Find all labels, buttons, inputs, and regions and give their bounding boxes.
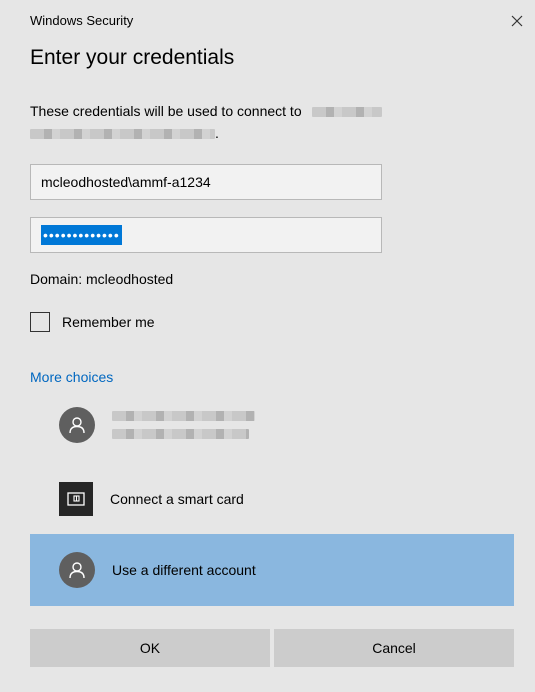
different-account-option[interactable]: Use a different account xyxy=(30,534,514,606)
more-choices-link[interactable]: More choices xyxy=(30,369,113,385)
password-field[interactable]: ••••••••••••• xyxy=(30,217,382,253)
dialog-heading: Enter your credentials xyxy=(30,46,235,69)
redacted-server-address xyxy=(30,129,215,140)
domain-label: Domain: mcleodhosted xyxy=(30,271,174,287)
user-avatar-icon xyxy=(59,552,95,588)
redacted-account-detail xyxy=(112,429,249,439)
password-value: ••••••••••••• xyxy=(41,225,122,245)
remember-me-row[interactable]: Remember me xyxy=(30,312,155,332)
windows-security-dialog: Windows Security Enter your credentials … xyxy=(0,0,535,692)
username-field[interactable]: mcleodhosted\ammf-a1234 xyxy=(30,164,382,200)
smart-card-icon xyxy=(59,482,93,516)
saved-account-redacted xyxy=(112,411,255,439)
remember-me-label: Remember me xyxy=(62,314,155,330)
close-icon xyxy=(511,15,523,27)
smart-card-option[interactable]: Connect a smart card xyxy=(30,463,514,535)
different-account-label: Use a different account xyxy=(112,562,256,578)
saved-account-option[interactable] xyxy=(30,389,514,461)
username-value: mcleodhosted\ammf-a1234 xyxy=(41,174,211,190)
description-period: . xyxy=(215,125,219,141)
close-button[interactable] xyxy=(503,8,531,34)
description-text: These credentials will be used to connec… xyxy=(30,100,500,144)
smart-card-label: Connect a smart card xyxy=(110,491,244,507)
description-main: These credentials will be used to connec… xyxy=(30,103,302,119)
ok-button[interactable]: OK xyxy=(30,629,270,667)
redacted-account-name xyxy=(112,411,255,421)
remember-me-checkbox[interactable] xyxy=(30,312,50,332)
redacted-server-name xyxy=(311,107,382,118)
user-avatar-icon xyxy=(59,407,95,443)
window-title: Windows Security xyxy=(30,13,134,28)
cancel-button[interactable]: Cancel xyxy=(274,629,514,667)
